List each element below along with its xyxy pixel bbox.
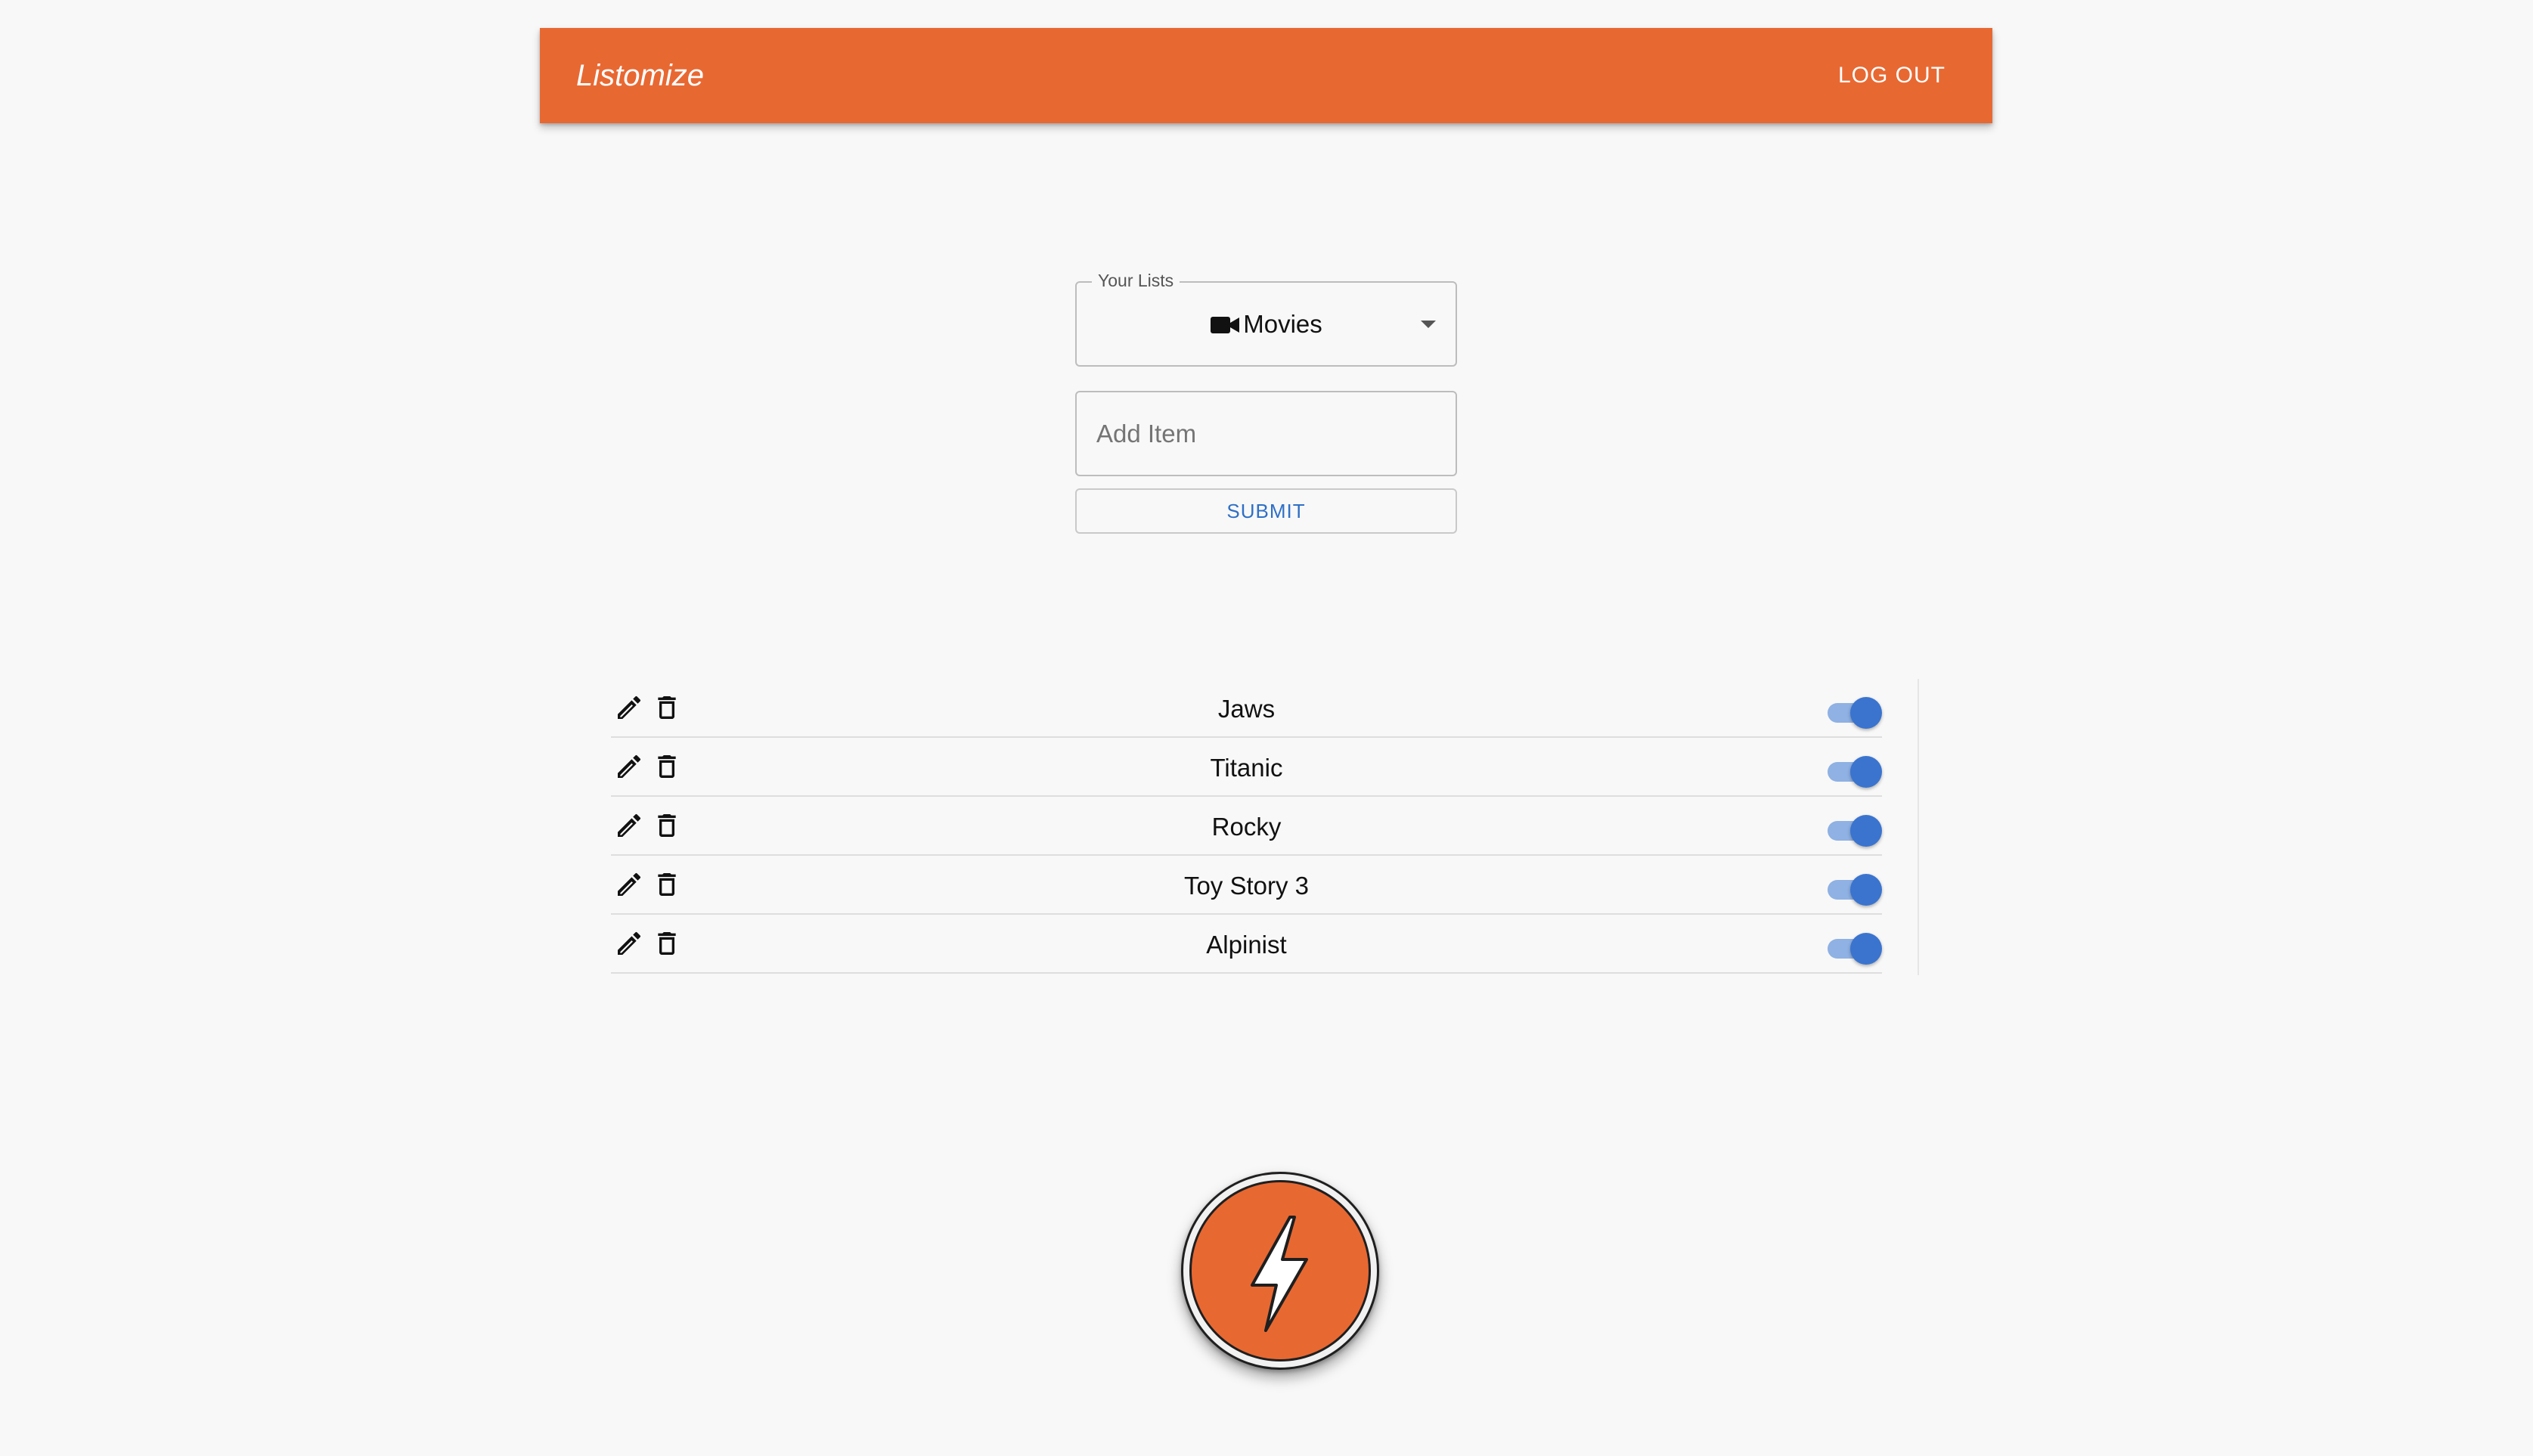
toggle-thumb <box>1850 697 1882 729</box>
item-list: Jaws Titanic Rocky Toy Story 3 Alpinist <box>611 679 1882 974</box>
item-toggle[interactable] <box>1825 871 1882 906</box>
list-item: Jaws <box>611 679 1882 738</box>
submit-button[interactable]: SUBMIT <box>1075 488 1457 534</box>
list-item-label: Alpinist <box>1206 931 1287 959</box>
action-fab-button[interactable] <box>1181 1172 1379 1370</box>
toggle-thumb <box>1850 874 1882 906</box>
list-divider <box>1918 679 1919 975</box>
list-item-label: Jaws <box>1217 695 1276 723</box>
chevron-down-icon <box>1421 321 1436 328</box>
app-bar: Listomize LOG OUT <box>540 28 1992 123</box>
list-item: Toy Story 3 <box>611 856 1882 915</box>
list-item: Alpinist <box>611 915 1882 974</box>
list-select-value: Movies <box>1243 310 1322 338</box>
fab-face <box>1189 1180 1371 1362</box>
list-item-label: Toy Story 3 <box>1183 872 1310 900</box>
list-item: Rocky <box>611 797 1882 856</box>
toggle-thumb <box>1850 815 1882 847</box>
add-item-form: Your Lists Movies SUBMIT <box>1075 271 1457 534</box>
item-toggle[interactable] <box>1825 812 1882 847</box>
item-toggle[interactable] <box>1825 694 1882 729</box>
add-item-input[interactable] <box>1075 391 1457 476</box>
list-item: Titanic <box>611 738 1882 797</box>
logout-button[interactable]: LOG OUT <box>1838 28 1945 123</box>
item-toggle[interactable] <box>1825 753 1882 788</box>
app-title: Listomize <box>576 59 704 92</box>
toggle-thumb <box>1850 933 1882 965</box>
list-select[interactable]: Your Lists Movies <box>1075 271 1457 367</box>
toggle-thumb <box>1850 756 1882 788</box>
video-camera-icon <box>1211 317 1240 333</box>
item-toggle[interactable] <box>1825 930 1882 965</box>
lightning-bolt-icon <box>1251 1216 1308 1332</box>
list-item-label: Rocky <box>1211 813 1282 841</box>
list-item-label: Titanic <box>1210 754 1283 782</box>
list-select-value-wrap: Movies <box>1077 283 1456 365</box>
